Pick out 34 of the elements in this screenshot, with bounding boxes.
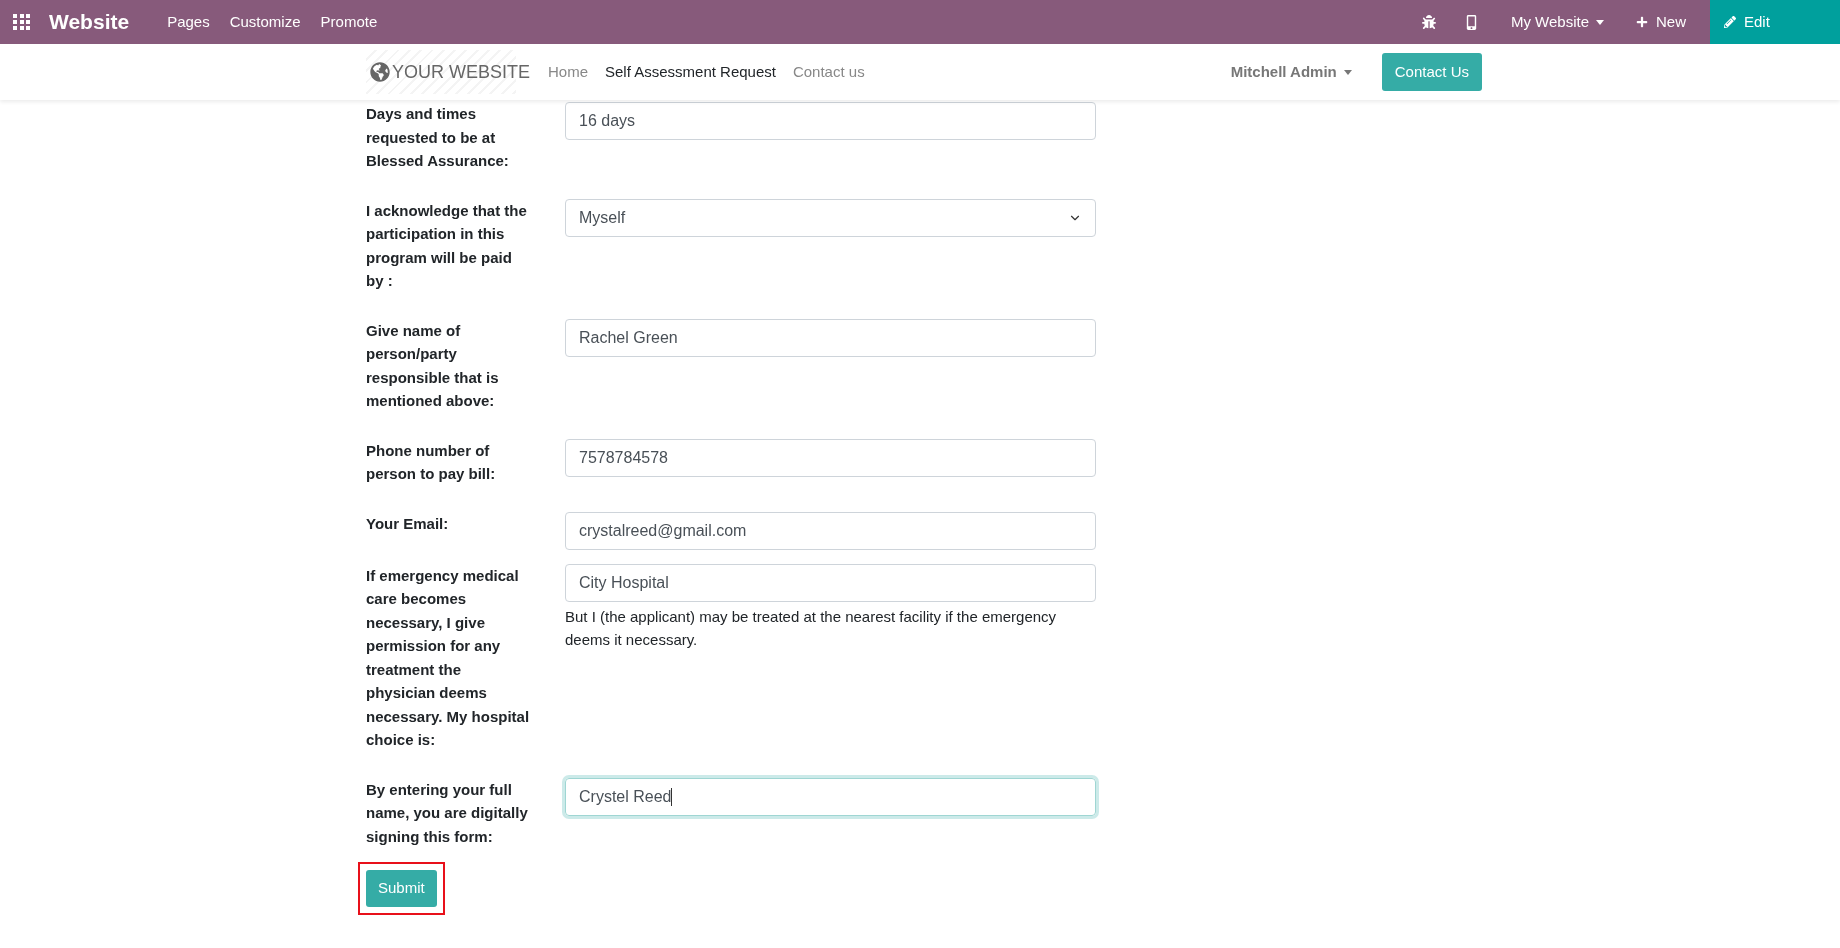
nav-link[interactable]: Home [548, 60, 588, 84]
caret-icon [1596, 19, 1604, 25]
input-field[interactable]: 16 days [565, 102, 1096, 140]
nav-link[interactable]: Contact us [792, 60, 865, 84]
input-field[interactable]: City Hospital [565, 563, 1096, 602]
help-text: But I (the applicant) may be treated at the nearest facility if the emergency deems it necessary. [565, 606, 1058, 650]
select-field[interactable]: Myself [565, 198, 1096, 237]
input-field[interactable]: Crystel Reed [565, 777, 1096, 816]
field-label: Days and times requested to be at Blessed Assurance: [366, 104, 510, 171]
apps-menu-icon[interactable] [13, 14, 31, 30]
top-menu-item[interactable]: Pages [167, 10, 210, 34]
new-button[interactable]: New [1622, 10, 1700, 34]
plus-icon [1636, 16, 1648, 28]
website-switcher[interactable]: My Website [1492, 10, 1622, 34]
top-menu-item[interactable]: Promote [320, 10, 378, 34]
field-label: By entering your full name, you are digitally signing this form: [366, 779, 529, 847]
input-field[interactable]: crystalreed@gmail.com [565, 511, 1096, 550]
field-label: Your Email: [366, 513, 450, 534]
user-menu[interactable]: Mitchell Admin [1230, 60, 1352, 84]
field-label: Phone number of person to pay bill: [366, 440, 497, 484]
caret-icon [1343, 69, 1352, 75]
edit-button[interactable]: Edit [1710, 0, 1840, 44]
text-cursor [671, 787, 673, 806]
top-menu-item[interactable]: Customize [229, 10, 301, 34]
pencil-icon [1724, 16, 1736, 28]
field-label: I acknowledge that the participation in this program will be paid by : [366, 200, 528, 291]
field-label: Give name of person/party responsible that is mentioned above: [366, 320, 500, 411]
site-logo[interactable]: YOUR WEBSITE [392, 58, 530, 86]
globe-icon [370, 62, 390, 82]
input-field[interactable]: 7578784578 [565, 438, 1096, 477]
input-field[interactable]: Rachel Green [565, 318, 1096, 357]
app-name[interactable]: Website [49, 6, 130, 38]
field-label: If emergency medical care becomes necessary, I give permission for any treatment the physician deems necessary. My hospital choice is: [366, 565, 531, 750]
nav-link[interactable]: Self Assessment Request [605, 60, 776, 84]
